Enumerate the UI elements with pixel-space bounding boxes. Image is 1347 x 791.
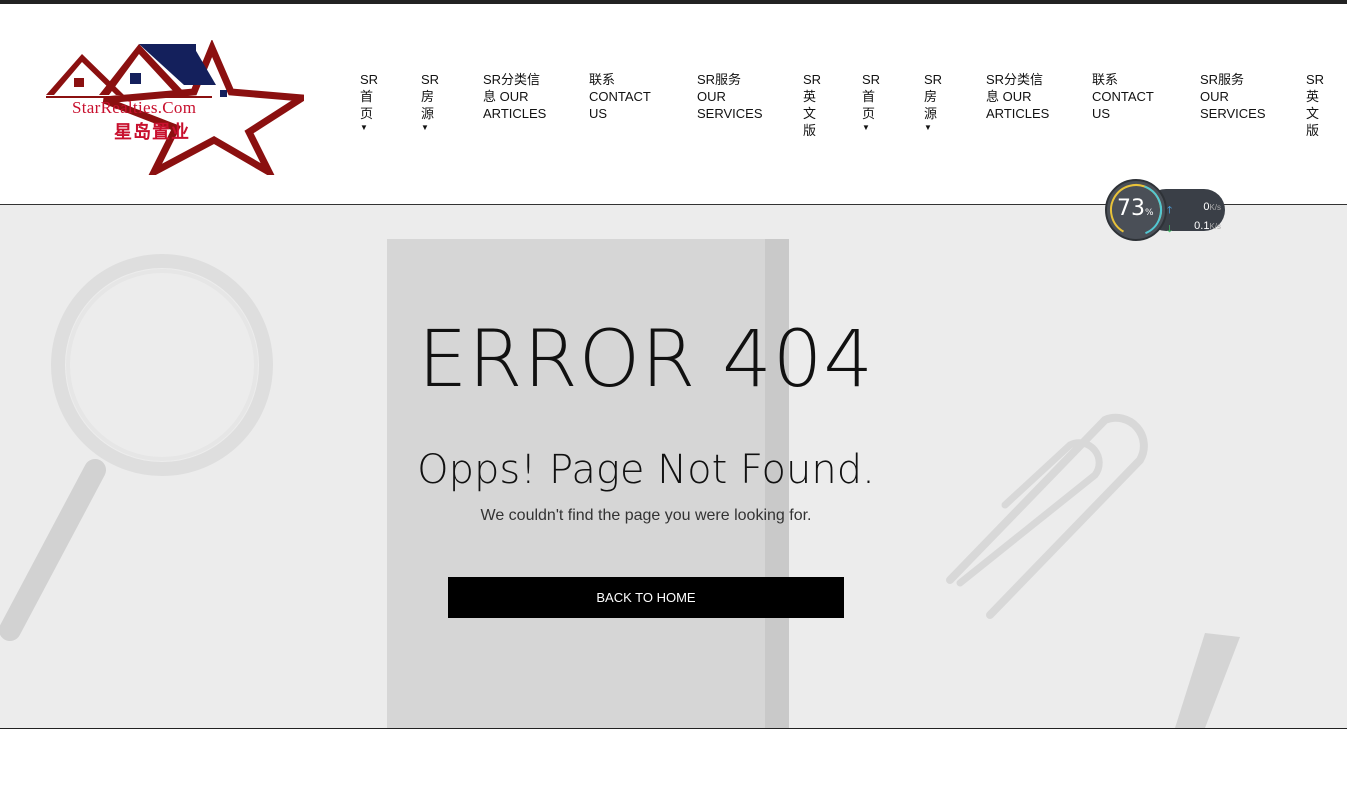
nav-label: SR分类信 息 OUR ARTICLES: [483, 72, 547, 121]
nav-item-home-2[interactable]: SR 首 页 ▼: [862, 71, 880, 134]
download-rate: 0.1K/s: [1173, 220, 1221, 232]
nav-item-english[interactable]: SR 英 文 版: [803, 71, 821, 139]
error-description: We couldn't find the page you were looki…: [480, 507, 812, 524]
error-title: ERROR 404: [418, 315, 874, 405]
nav-label: SR服务 OUR SERVICES: [1200, 72, 1266, 121]
logo-text-en: StarRealties.Com: [72, 98, 197, 117]
nav-label: SR 英 文 版: [1306, 72, 1325, 138]
upload-arrow-icon: 🡑: [1167, 205, 1173, 216]
error-subtitle: Opps! Page Not Found.: [417, 447, 875, 493]
download-unit: K/s: [1209, 222, 1221, 231]
nav-label: 联系 CONTACT US: [1092, 72, 1154, 121]
nav-item-listings[interactable]: SR 房 源 ▼: [421, 71, 439, 134]
upload-rate: 0K/s: [1173, 201, 1221, 213]
nav-item-home[interactable]: SR 首 页 ▼: [360, 71, 378, 134]
nav-item-english-2[interactable]: SR 英 文 版: [1306, 71, 1324, 139]
network-speed-widget[interactable]: 🡑 0K/s 🡓 0.1K/s 73%: [1105, 179, 1227, 241]
nav-item-articles[interactable]: SR分类信 息 OUR ARTICLES: [483, 71, 546, 122]
nav-label: SR服务 OUR SERVICES: [697, 72, 763, 121]
memory-percent: 73%: [1117, 196, 1154, 221]
nav-item-services-2[interactable]: SR服务 OUR SERVICES: [1200, 71, 1266, 122]
nav-item-contact[interactable]: 联系 CONTACT US: [589, 71, 651, 122]
download-value: 0.1: [1194, 220, 1210, 232]
nav-item-listings-2[interactable]: SR 房 源 ▼: [924, 71, 942, 134]
nav-label: SR分类信 息 OUR ARTICLES: [986, 72, 1050, 121]
nav-item-articles-2[interactable]: SR分类信 息 OUR ARTICLES: [986, 71, 1049, 122]
download-arrow-icon: 🡓: [1167, 224, 1173, 235]
site-logo[interactable]: StarRealties.Com 星岛置业: [44, 40, 304, 175]
nav-label: SR 首 页: [862, 72, 881, 121]
caret-down-icon: ▼: [360, 123, 368, 132]
nav-item-contact-2[interactable]: 联系 CONTACT US: [1092, 71, 1154, 122]
error-content: ERROR 404 Opps! Page Not Found. We could…: [0, 205, 1347, 728]
memory-gauge: 73%: [1105, 179, 1167, 241]
caret-down-icon: ▼: [862, 123, 870, 132]
nav-label: 联系 CONTACT US: [589, 72, 651, 121]
caret-down-icon: ▼: [924, 123, 932, 132]
percent-unit: %: [1145, 208, 1154, 218]
error-hero: ERROR 404 Opps! Page Not Found. We could…: [0, 205, 1347, 729]
percent-value: 73: [1117, 196, 1145, 221]
nav-label: SR 房 源: [421, 72, 440, 121]
caret-down-icon: ▼: [421, 123, 429, 132]
logo-text-cn: 星岛置业: [114, 122, 190, 143]
nav-label: SR 首 页: [360, 72, 379, 121]
nav-item-services[interactable]: SR服务 OUR SERVICES: [697, 71, 763, 122]
nav-label: SR 房 源: [924, 72, 943, 121]
back-to-home-button[interactable]: BACK TO HOME: [448, 577, 844, 618]
upload-unit: K/s: [1209, 203, 1221, 212]
nav-label: SR 英 文 版: [803, 72, 822, 138]
site-header: StarRealties.Com 星岛置业 SR 首 页 ▼ SR 房 源 ▼ …: [0, 4, 1347, 205]
